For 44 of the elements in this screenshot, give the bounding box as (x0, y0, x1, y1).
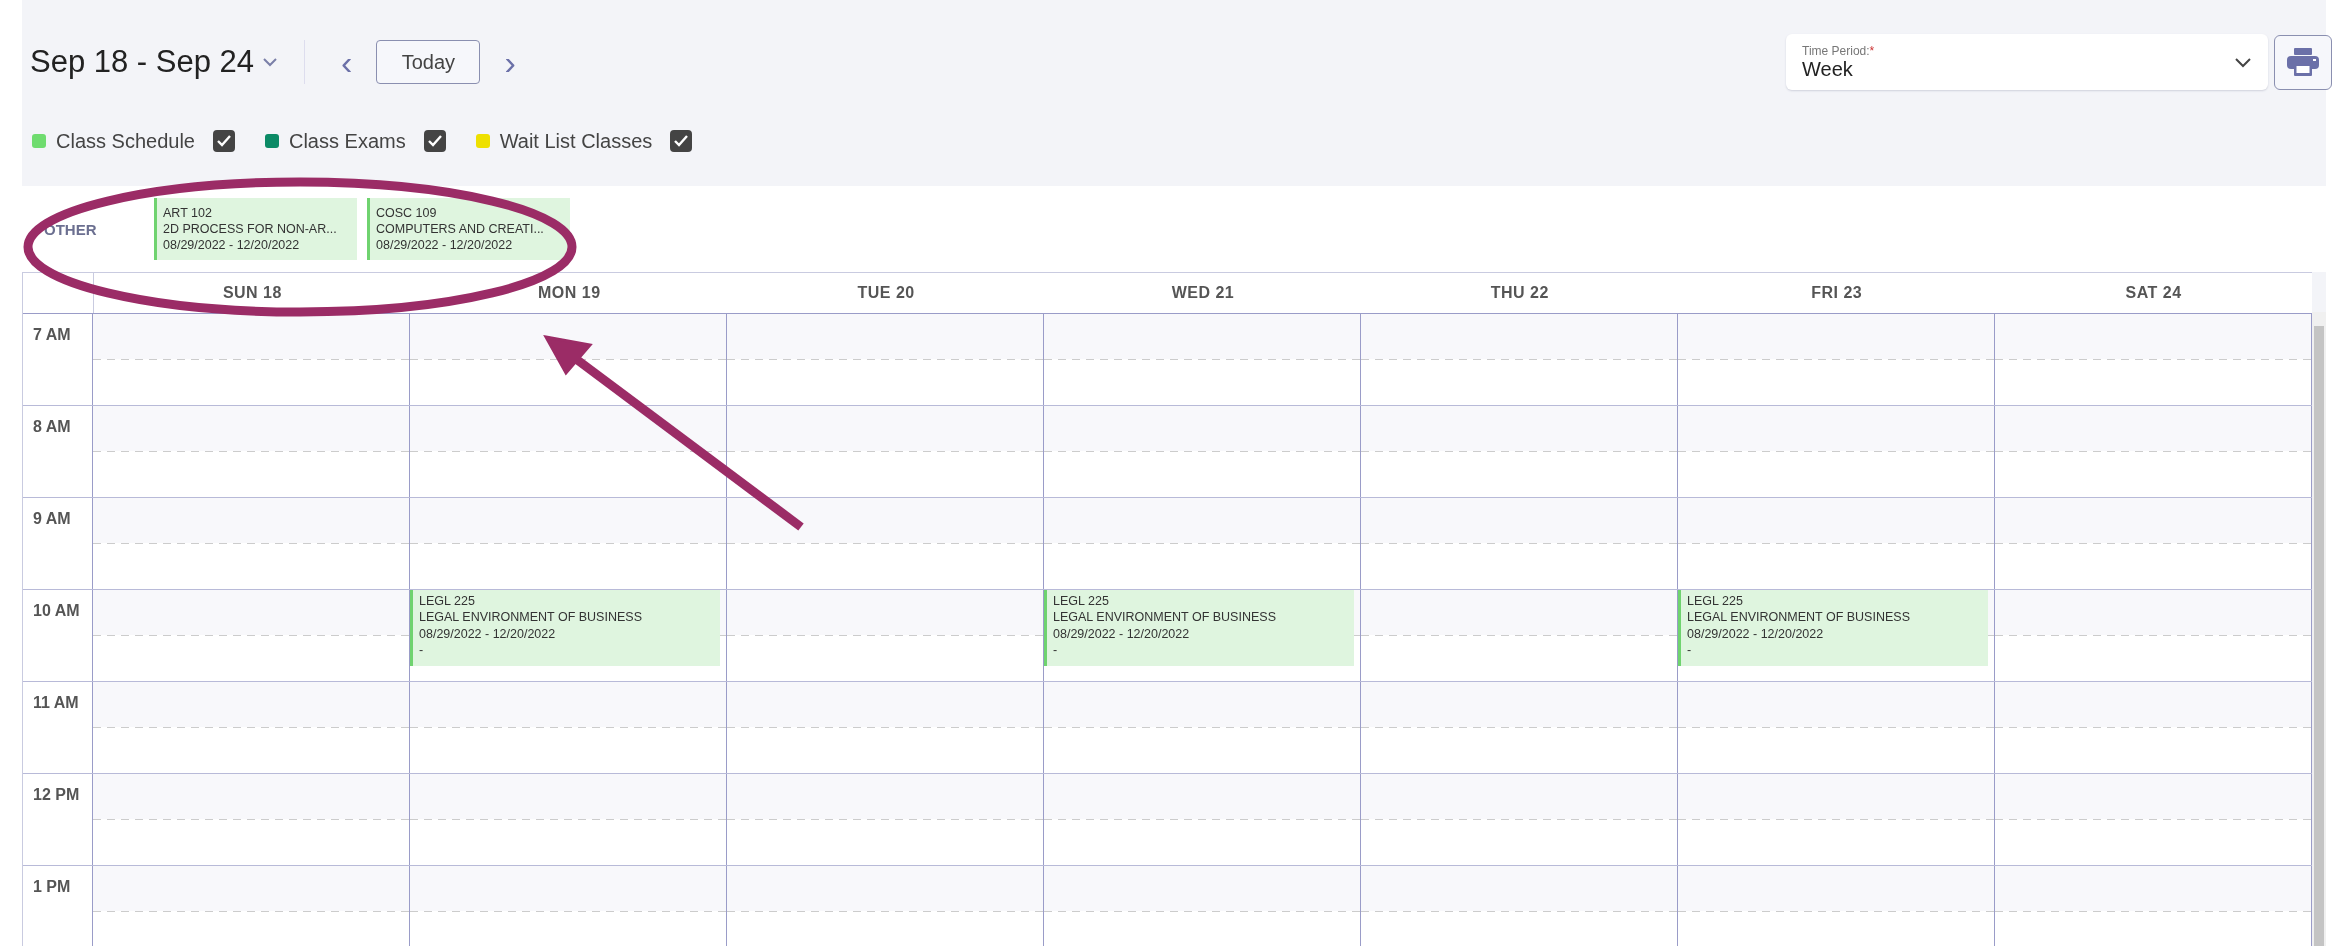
day-header: WED 21 (1170, 283, 1236, 303)
day-header: TUE 20 (856, 283, 916, 303)
class-event[interactable]: LEGL 225 LEGAL ENVIRONMENT OF BUSINESS 08/29/2022 - 12/20/2022 - (1678, 590, 1988, 666)
time-slot[interactable] (410, 406, 727, 497)
day-header: SUN 18 (221, 283, 283, 303)
checkbox[interactable] (423, 130, 446, 152)
scrollbar[interactable] (2312, 312, 2326, 946)
time-slot[interactable]: LEGL 225 LEGAL ENVIRONMENT OF BUSINESS 08/29/2022 - 12/20/2022 - (410, 590, 727, 681)
previous-button[interactable]: ‹ (331, 45, 363, 79)
day-header: MON 19 (536, 283, 602, 303)
time-period-select[interactable]: Time Period:* Week (1786, 34, 2268, 90)
time-slot[interactable]: LEGL 225 LEGAL ENVIRONMENT OF BUSINESS 08/29/2022 - 12/20/2022 - (1678, 590, 1995, 681)
class-event[interactable]: LEGL 225 LEGAL ENVIRONMENT OF BUSINESS 08/29/2022 - 12/20/2022 - (410, 590, 720, 666)
time-slot[interactable] (410, 314, 727, 405)
hour-label: 1 PM (33, 878, 71, 895)
day-header: THU 22 (1489, 283, 1550, 303)
hour-label: 7 AM (33, 326, 71, 343)
printer-icon (2286, 47, 2320, 77)
check-icon (426, 134, 443, 148)
hour-label: 8 AM (33, 418, 71, 435)
legend-label: Class Schedule (56, 129, 195, 153)
class-event[interactable]: LEGL 225 LEGAL ENVIRONMENT OF BUSINESS 08/29/2022 - 12/20/2022 - (1044, 590, 1354, 666)
checkbox[interactable] (212, 130, 235, 152)
legend-label: Class Exams (288, 129, 406, 153)
day-header: FRI 23 (1810, 283, 1864, 303)
time-slot[interactable]: LEGL 225 LEGAL ENVIRONMENT OF BUSINESS 08/29/2022 - 12/20/2022 - (1044, 590, 1361, 681)
print-button[interactable] (2274, 34, 2332, 90)
checkbox[interactable] (670, 130, 693, 152)
date-range-title: Sep 18 - Sep 24 (30, 44, 255, 80)
hour-label: 9 AM (33, 510, 71, 527)
event-chip[interactable]: ART 102 2D PROCESS FOR NON-AR... 08/29/2022 - 12/20/2022 (154, 198, 357, 260)
chevron-down-icon (2234, 56, 2252, 68)
check-icon (673, 134, 690, 148)
today-button[interactable]: Today (376, 40, 481, 84)
day-header: SAT 24 (2124, 283, 2183, 303)
hour-label: 11 AM (33, 694, 79, 711)
event-chip[interactable]: COSC 109 COMPUTERS AND CREATI... 08/29/2022 - 12/20/2022 (367, 198, 570, 260)
row-label: OTHER (43, 220, 98, 238)
next-button[interactable]: › (494, 45, 526, 79)
check-icon (215, 134, 232, 148)
hour-label: 12 PM (33, 786, 80, 803)
legend-label: Wait List Classes (499, 129, 653, 153)
chevron-down-icon[interactable] (262, 57, 279, 67)
hour-label: 10 AM (33, 602, 80, 619)
